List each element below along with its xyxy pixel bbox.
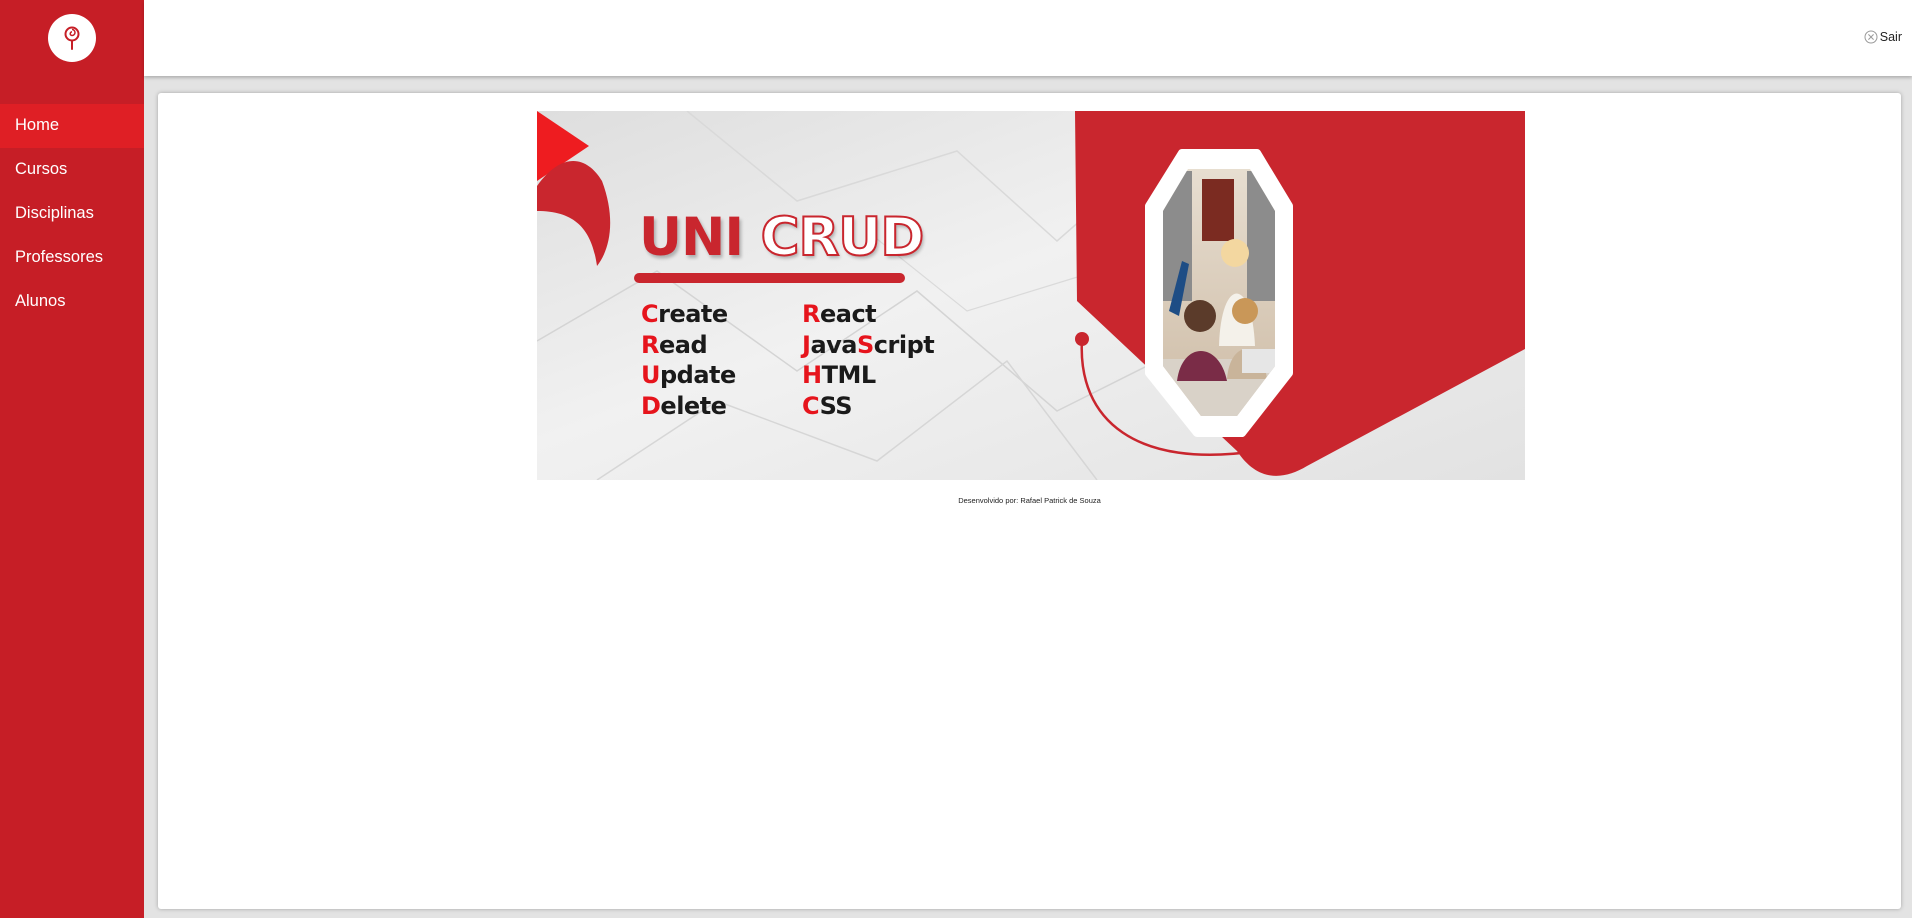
sidebar: Home Cursos Disciplinas Professores Alun… — [0, 0, 144, 918]
sidebar-item-alunos[interactable]: Alunos — [0, 280, 144, 324]
crud-word: Update — [641, 361, 736, 389]
logout-label: Sair — [1879, 30, 1902, 44]
banner-background — [537, 111, 1525, 480]
main-content-card: UNI CRUD Create Read Update Delete React… — [158, 93, 1901, 909]
tech-word: React — [802, 300, 877, 328]
sidebar-item-label: Home — [15, 116, 60, 134]
crud-word-list: Create Read Update Delete — [641, 299, 736, 421]
home-banner: UNI CRUD Create Read Update Delete React… — [537, 111, 1525, 480]
crud-word: Delete — [641, 391, 727, 420]
tech-word: HTML — [802, 361, 876, 389]
sidebar-item-home[interactable]: Home — [0, 104, 144, 148]
sidebar-item-label: Cursos — [15, 160, 68, 178]
tech-word: JavaScript — [802, 330, 935, 359]
crud-word: Read — [641, 330, 708, 359]
sidebar-item-professores[interactable]: Professores — [0, 236, 144, 280]
lollipop-logo-icon — [64, 26, 80, 50]
sidebar-item-label: Alunos — [15, 292, 66, 310]
sidebar-item-label: Disciplinas — [15, 204, 94, 222]
banner-title-uni: UNI — [639, 207, 744, 268]
close-circle-icon — [1864, 30, 1878, 44]
title-underline — [634, 273, 905, 283]
banner-title: UNI CRUD — [639, 210, 925, 265]
sidebar-item-cursos[interactable]: Cursos — [0, 148, 144, 192]
top-bar: Sair — [144, 0, 1912, 76]
developer-credit: Desenvolvido por: Rafael Patrick de Souz… — [958, 496, 1101, 505]
tech-word: CSS — [802, 391, 853, 420]
sidebar-item-label: Professores — [15, 248, 104, 266]
crud-word: Create — [641, 300, 728, 328]
app-logo[interactable] — [48, 14, 96, 62]
logout-button[interactable]: Sair — [1864, 30, 1902, 44]
sidebar-item-disciplinas[interactable]: Disciplinas — [0, 192, 144, 236]
sidebar-nav: Home Cursos Disciplinas Professores Alun… — [0, 104, 144, 324]
tech-word-list: React JavaScript HTML CSS — [802, 299, 935, 421]
banner-title-crud: CRUD — [760, 207, 926, 268]
